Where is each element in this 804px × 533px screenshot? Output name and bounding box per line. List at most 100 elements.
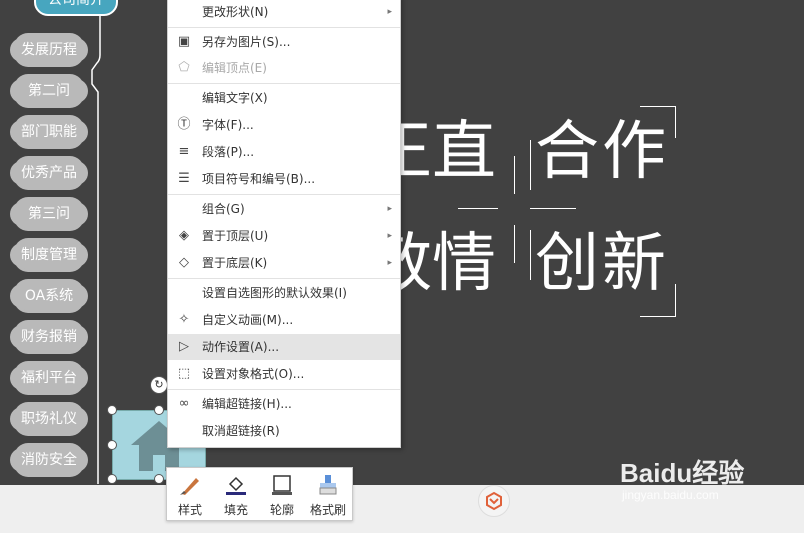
menu-item-label: 更改形状(N) [202,5,269,19]
frame-line [514,225,515,263]
menu-item-save-as-picture[interactable]: ▣ 另存为图片(S)... [168,29,400,55]
menu-item-action-settings[interactable]: ▷ 动作设置(A)... [168,334,400,360]
menu-item-label: 置于顶层(U) [202,229,269,243]
menu-item-format-object[interactable]: ⬚ 设置对象格式(O)... [168,361,400,387]
frame-line [675,284,676,316]
frame-line [530,140,531,190]
format-painter-button[interactable]: 格式刷 [305,468,351,520]
menu-item-label: 编辑顶点(E) [202,61,267,75]
menu-item-label: 字体(F)... [202,118,254,132]
menu-item-label: 组合(G) [202,202,245,216]
style-button[interactable]: 样式 [167,468,213,520]
sidebar-top-item[interactable]: 公司简介 [34,0,118,16]
slide-char: 情 [432,227,496,301]
sidebar-item-policy[interactable]: 制度管理 [14,241,84,269]
menu-item-edit-hyperlink[interactable]: ∞ 编辑超链接(H)... [168,391,400,417]
outline-icon [272,475,292,495]
menu-separator [168,27,400,28]
menu-item-custom-animation[interactable]: ✧ 自定义动画(M)... [168,307,400,333]
action-icon: ▷ [179,339,189,354]
menu-item-remove-hyperlink[interactable]: 取消超链接(R) [168,418,400,444]
brush-icon [180,478,199,495]
sidebar-item-departments[interactable]: 部门职能 [14,118,84,146]
slide-char: 合 [535,115,599,189]
slide-char: 作 [602,115,666,189]
submenu-arrow-icon: ▸ [387,258,392,268]
sidebar-item-q3[interactable]: 第三问 [14,200,84,228]
menu-item-label: 编辑文字(X) [202,91,268,105]
submenu-arrow-icon: ▸ [387,204,392,214]
format-painter-label: 格式刷 [309,503,346,517]
menu-item-label: 动作设置(A)... [202,340,280,354]
resize-handle[interactable] [107,405,117,415]
menu-item-label: 自定义动画(M)... [202,313,294,327]
menu-item-change-shape[interactable]: 更改形状(N) ▸ [168,0,400,25]
slide-char: 新 [602,227,666,301]
hyperlink-icon: ∞ [178,396,190,411]
fill-button[interactable]: 填充 [213,468,259,520]
bullets-icon: ☰ [178,171,190,186]
menu-separator [168,278,400,279]
menu-item-label: 编辑超链接(H)... [202,397,292,411]
bring-front-icon: ◈ [179,228,189,243]
frame-line [514,156,515,194]
menu-item-label: 取消超链接(R) [202,424,280,438]
submenu-arrow-icon: ▸ [387,7,392,17]
slide-char: 创 [535,227,599,301]
animation-icon: ✧ [178,312,190,327]
frame-line [458,208,498,209]
fill-bucket-icon [226,476,246,495]
outline-label: 轮廓 [269,503,294,517]
sidebar-item-welfare[interactable]: 福利平台 [14,364,84,392]
sidebar-item-oa[interactable]: OA系统 [14,282,84,310]
save-picture-icon: ▣ [177,34,191,49]
menu-item-font[interactable]: Ⓣ 字体(F)... [168,112,400,138]
frame-line [530,230,531,280]
menu-item-label: 段落(P)... [202,145,255,159]
resize-handle[interactable] [107,440,117,450]
resize-handle[interactable] [154,474,164,484]
menu-item-label: 另存为图片(S)... [202,35,291,49]
watermark-brand: Baidu经验 [620,458,745,488]
menu-separator [168,389,400,390]
menu-item-group[interactable]: 组合(G) ▸ [168,196,400,222]
send-back-icon: ◇ [179,255,189,270]
menu-item-bring-to-front[interactable]: ◈ 置于顶层(U) ▸ [168,223,400,249]
sidebar-item-q2[interactable]: 第二问 [14,77,84,105]
frame-line [640,106,676,107]
sidebar-item-products[interactable]: 优秀产品 [14,159,84,187]
format-object-icon: ⬚ [177,366,191,381]
resize-handle[interactable] [107,474,117,484]
menu-item-label: 置于底层(K) [202,256,268,270]
menu-separator [168,194,400,195]
menu-item-edit-text[interactable]: 编辑文字(X) [168,85,400,111]
sidebar-item-etiquette[interactable]: 职场礼仪 [14,405,84,433]
mini-toolbar: 样式 填充 轮廓 格式刷 [166,467,353,521]
menu-item-edit-points: ⬠ 编辑顶点(E) [168,55,400,81]
style-label: 样式 [177,503,202,517]
sidebar-item-finance[interactable]: 财务报销 [14,323,84,351]
rotate-handle-icon[interactable]: ↻ [150,376,168,394]
sidebar-item-fire-safety[interactable]: 消防安全 [14,446,84,474]
fill-label: 填充 [223,503,248,517]
context-menu: 更改形状(N) ▸ ▣ 另存为图片(S)... ⬠ 编辑顶点(E) 编辑文字(X… [167,0,401,448]
menu-item-paragraph[interactable]: ≡ 段落(P)... [168,139,400,165]
wps-logo-icon [486,491,502,511]
frame-line [530,208,576,209]
edit-points-icon: ⬠ [178,60,190,75]
menu-item-send-to-back[interactable]: ◇ 置于底层(K) ▸ [168,250,400,276]
menu-separator [168,83,400,84]
paragraph-icon: ≡ [178,144,190,159]
outline-button[interactable]: 轮廓 [259,468,305,520]
watermark-url: jingyan.baidu.com [622,488,719,502]
menu-item-default-effect[interactable]: 设置自选图形的默认效果(I) [168,280,400,306]
menu-item-bullets[interactable]: ☰ 项目符号和编号(B)... [168,166,400,192]
resize-handle[interactable] [154,405,164,415]
menu-item-label: 设置自选图形的默认效果(I) [202,286,347,300]
floating-action-button[interactable] [478,485,510,517]
frame-line [675,106,676,138]
baidu-watermark: Baidu经验 jingyan.baidu.com [620,458,744,502]
slide-char: 直 [432,115,496,189]
sidebar-item-history[interactable]: 发展历程 [14,36,84,64]
menu-item-label: 设置对象格式(O)... [202,367,305,381]
